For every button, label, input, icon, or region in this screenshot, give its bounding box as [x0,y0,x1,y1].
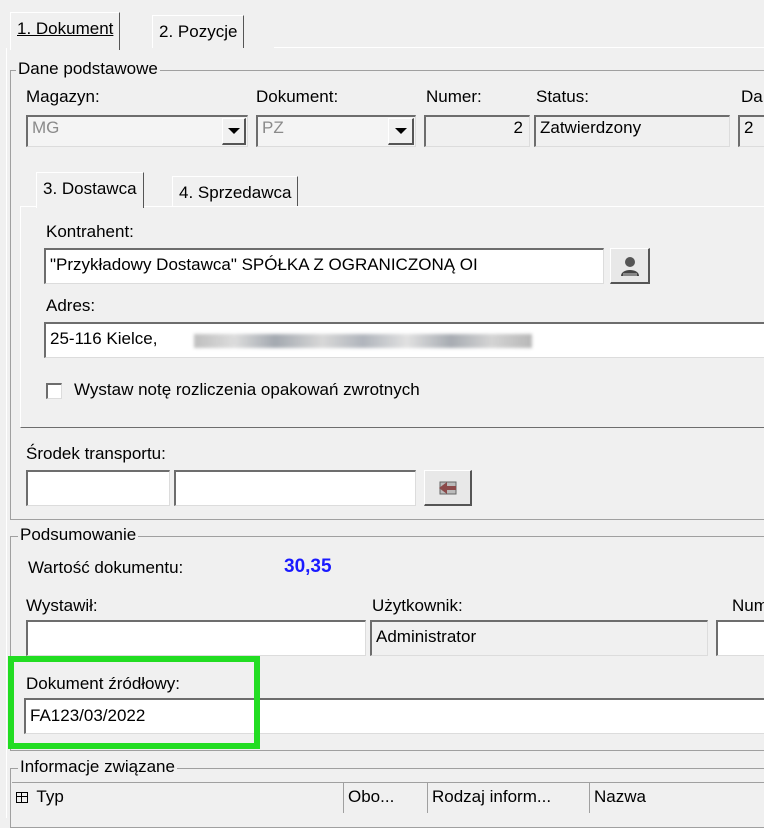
data-label: Da [741,87,763,106]
lookup-arrow-icon [438,481,456,494]
opakowania-checkbox-label: Wystaw notę rozliczenia opakowań zwrotny… [74,380,420,399]
numer-obcy-label: Num [732,596,764,615]
magazyn-dropdown-button[interactable] [222,118,246,145]
column-rodzaj-label: Rodzaj inform... [432,787,552,806]
adres-value: 25-116 Kielce, [50,329,158,348]
magazyn-select[interactable]: MG [26,115,248,147]
wystawil-label: Wystawił: [26,596,98,615]
status-value: Zatwierdzony [540,118,642,137]
select-contractor-button[interactable] [610,248,650,284]
data-value: 2 [744,118,754,137]
transport-name-field[interactable] [174,470,416,506]
transport-lookup-button[interactable] [424,470,472,506]
podsumowanie-title: Podsumowanie [18,525,139,545]
transport-label: Środek transportu: [26,444,166,463]
tab-dostawca[interactable]: 3. Dostawca [36,172,144,208]
data-field[interactable]: 2 [738,115,764,147]
dokument-label: Dokument: [256,87,339,106]
dokument-value: PZ [262,118,284,137]
tab-dokument[interactable]: 1. Dokument [10,12,121,50]
status-field[interactable]: Zatwierdzony [534,115,730,147]
kontrahent-label: Kontrahent: [46,222,134,242]
magazyn-label: Magazyn: [26,87,100,106]
dokument-dropdown-button[interactable] [388,118,414,145]
numer-field[interactable]: 2 [424,115,530,147]
column-header-obo[interactable]: Obo... [344,783,428,813]
column-header-typ[interactable]: Typ [12,783,344,813]
chevron-down-icon [394,128,407,134]
kontrahent-label-text: Kontrahent: [46,222,134,241]
column-header-nazwa[interactable]: Nazwa [590,783,764,813]
column-typ-label: Typ [36,787,64,806]
informacje-table-header: Typ Obo... Rodzaj inform... Nazwa [12,782,764,813]
column-obo-label: Obo... [348,787,395,806]
tab-sprzedawca[interactable]: 4. Sprzedawca [172,176,299,207]
kontrahent-field[interactable]: "Przykładowy Dostawca" SPÓŁKA Z OGRANICZ… [44,248,604,284]
status-label: Status: [536,87,589,106]
tab-dokument-label: 1. Dokument [17,19,114,38]
main-tab-strip: 1. Dokument 2. Pozycje [0,0,764,50]
tab-sprzedawca-label: 4. Sprzedawca [179,183,292,202]
highlight-box [8,656,260,749]
magazyn-value: MG [32,118,60,137]
person-icon [620,256,639,276]
tab-dostawca-label: 3. Dostawca [43,179,137,198]
redacted-address [194,334,532,348]
numer-obcy-field[interactable] [716,620,764,656]
tab-pozycje-label: 2. Pozycje [159,22,238,41]
table-grid-icon [16,792,28,803]
uzytkownik-value: Administrator [376,627,477,646]
dane-podstawowe-title: Dane podstawowe [16,59,160,79]
opakowania-checkbox[interactable] [46,383,62,399]
uzytkownik-field[interactable]: Administrator [370,620,708,656]
numer-label: Numer: [426,87,482,106]
wystawil-field[interactable] [26,620,366,656]
column-nazwa-label: Nazwa [594,787,646,806]
chevron-down-icon [227,128,240,134]
transport-code-field[interactable] [26,470,170,506]
wartosc-value: 30,35 [284,556,332,577]
adres-label: Adres: [46,296,96,315]
numer-value: 2 [513,118,523,137]
column-header-rodzaj[interactable]: Rodzaj inform... [428,783,590,813]
wartosc-label: Wartość dokumentu: [28,558,184,577]
kontrahent-value: "Przykładowy Dostawca" SPÓŁKA Z OGRANICZ… [50,255,478,274]
tab-pozycje[interactable]: 2. Pozycje [152,15,245,48]
uzytkownik-label: Użytkownik: [372,596,463,615]
informacje-title: Informacje związane [18,757,177,777]
